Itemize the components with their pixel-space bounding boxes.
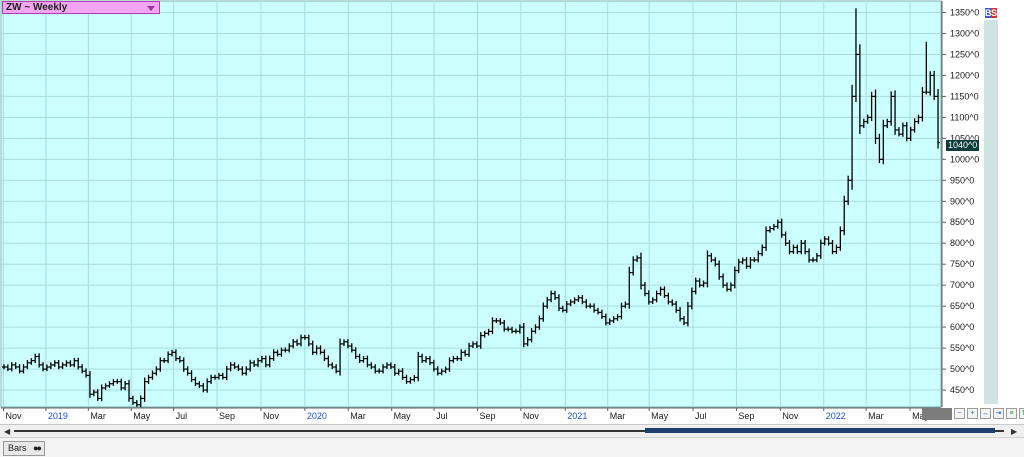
month-tick-label: Sep [738, 411, 754, 421]
month-tick-label: May [651, 411, 669, 421]
price-tick-label: 550^0 [950, 343, 974, 353]
month-tick-label: Nov [523, 411, 540, 421]
month-tick-label: May [133, 411, 151, 421]
month-tick-label: May [394, 411, 412, 421]
month-tick-label: Mar [350, 411, 366, 421]
price-tick-label: 950^0 [950, 175, 974, 185]
month-tick-label: Nov [263, 411, 280, 421]
month-tick-label: Jul [695, 411, 707, 421]
month-tick-label: Mar [868, 411, 884, 421]
price-tick-label: 1000^0 [950, 154, 979, 164]
month-tick-label: Nov [5, 411, 22, 421]
year-tick-label: 2022 [826, 411, 846, 421]
price-tick-label: 750^0 [950, 259, 974, 269]
year-tick-label: 2019 [48, 411, 68, 421]
price-tick-label: 700^0 [950, 280, 974, 290]
month-tick-label: Sep [479, 411, 495, 421]
price-tick-label: 1100^0 [950, 112, 979, 122]
zoom-out-icon[interactable]: − [954, 408, 965, 419]
zoom-in-icon[interactable]: + [967, 408, 978, 419]
month-tick-label: Mar [90, 411, 106, 421]
symbol-selector[interactable]: ZW ~ Weekly [2, 1, 160, 14]
year-tick-label: 2021 [567, 411, 587, 421]
arrow-left-icon[interactable]: ◀ [4, 427, 10, 436]
month-tick-label: Jul [176, 411, 188, 421]
axis-corner-box [922, 408, 952, 420]
last-price-tag: 1040^0 [946, 140, 980, 151]
month-tick-label: Jul [436, 411, 448, 421]
price-tick-label: 1150^0 [950, 91, 979, 101]
price-tick-label: 1250^0 [950, 49, 979, 59]
price-tick-label: 650^0 [950, 301, 974, 311]
expand-icon[interactable]: ⇅ [1019, 408, 1024, 419]
price-tick-label: 1300^0 [950, 28, 979, 38]
price-tick-label: 600^0 [950, 322, 974, 332]
time-scrollbar[interactable]: ◀ ▶ [0, 424, 1024, 437]
arrow-right-icon[interactable]: ▶ [1011, 427, 1017, 436]
sell-label[interactable]: S [991, 8, 997, 18]
month-tick-label: Nov [782, 411, 799, 421]
price-tick-label: 1200^0 [950, 70, 979, 80]
scroll-end-icon[interactable]: ⇥ [993, 408, 1004, 419]
compress-icon[interactable]: ≡ [1006, 408, 1017, 419]
year-tick-label: 2020 [307, 411, 327, 421]
scroll-thumb[interactable] [645, 428, 995, 433]
price-tick-label: 450^0 [950, 385, 974, 395]
price-tick-label: 850^0 [950, 217, 974, 227]
month-tick-label: Mar [610, 411, 626, 421]
fit-chart-icon[interactable]: ↔ [980, 408, 991, 419]
price-tick-label: 1350^0 [950, 7, 979, 17]
bars-tab[interactable]: Bars ●● [3, 441, 45, 456]
right-gutter [984, 20, 998, 404]
buy-sell-badge[interactable]: BS [985, 8, 997, 18]
price-chart[interactable]: 450^0 500^0 550^0 600^0 650^0 700^0 750^0 800^0… [0, 0, 1024, 456]
bars-tab-label: Bars [8, 443, 27, 453]
symbol-label: ZW ~ Weekly [6, 2, 68, 13]
dropdown-triangle-icon[interactable] [147, 6, 155, 11]
month-tick-label: Sep [219, 411, 235, 421]
price-tick-label: 900^0 [950, 196, 974, 206]
bottom-toolbar: Bars ●● [0, 437, 1024, 457]
price-tick-label: 500^0 [950, 364, 974, 374]
price-tick-label: 800^0 [950, 238, 974, 248]
link-icon: ●● [33, 443, 42, 453]
